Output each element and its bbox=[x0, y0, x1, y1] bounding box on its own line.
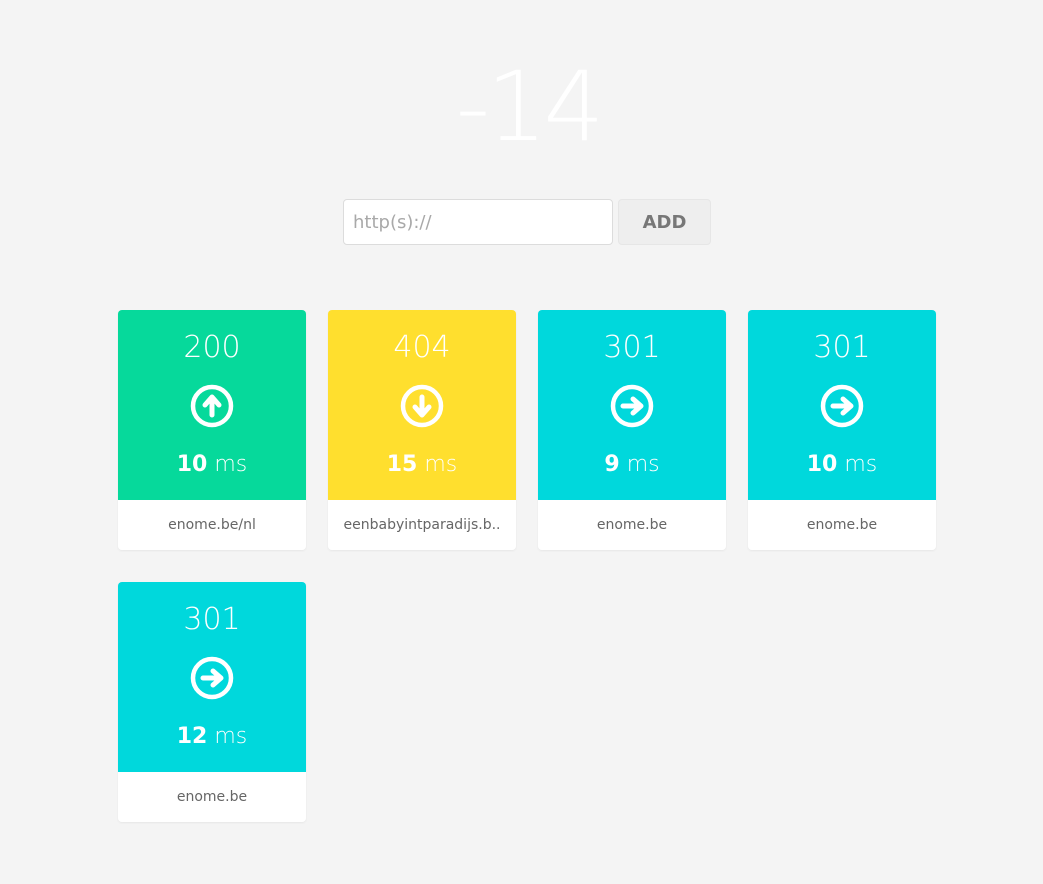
response-time-unit: ms bbox=[424, 452, 458, 477]
arrow-down-circle-icon bbox=[400, 384, 444, 428]
card-url: enome.be bbox=[538, 500, 726, 550]
status-code: 301 bbox=[813, 330, 871, 365]
response-time-unit: ms bbox=[214, 452, 248, 477]
card-status-panel: 301 10 ms bbox=[748, 310, 936, 500]
card-status-panel: 301 12 ms bbox=[118, 582, 306, 772]
arrow-up-circle-icon bbox=[190, 384, 234, 428]
add-url-form: ADD bbox=[343, 199, 711, 245]
card-status-panel: 301 9 ms bbox=[538, 310, 726, 500]
arrow-right-circle-icon bbox=[820, 384, 864, 428]
card-url: enome.be/nl bbox=[118, 500, 306, 550]
card-url: enome.be bbox=[748, 500, 936, 550]
status-code: 301 bbox=[603, 330, 661, 365]
site-count: -14 bbox=[455, 51, 605, 163]
status-card[interactable]: 200 10 ms enome.be/nl bbox=[118, 310, 306, 550]
response-time: 9 ms bbox=[538, 450, 726, 480]
status-card[interactable]: 301 12 ms enome.be bbox=[118, 582, 306, 822]
response-time: 15 ms bbox=[328, 450, 516, 480]
url-input[interactable] bbox=[343, 199, 613, 245]
response-time-value: 10 bbox=[176, 452, 208, 477]
card-url: eenbabyintparadijs.b.. bbox=[328, 500, 516, 550]
status-card[interactable]: 301 10 ms enome.be bbox=[748, 310, 936, 550]
status-code: 301 bbox=[183, 602, 241, 637]
response-time-value: 9 bbox=[604, 452, 620, 477]
response-time: 10 ms bbox=[118, 450, 306, 480]
response-time: 12 ms bbox=[118, 722, 306, 752]
card-url: enome.be bbox=[118, 772, 306, 822]
response-time-value: 10 bbox=[806, 452, 838, 477]
add-button[interactable]: ADD bbox=[618, 199, 711, 245]
response-time-unit: ms bbox=[626, 452, 660, 477]
status-code: 404 bbox=[393, 330, 451, 365]
card-status-panel: 200 10 ms bbox=[118, 310, 306, 500]
response-time-unit: ms bbox=[844, 452, 878, 477]
status-card[interactable]: 404 15 ms eenbabyintparadijs.b.. bbox=[328, 310, 516, 550]
status-card[interactable]: 301 9 ms enome.be bbox=[538, 310, 726, 550]
status-code: 200 bbox=[183, 330, 241, 365]
arrow-right-circle-icon bbox=[190, 656, 234, 700]
response-time-value: 12 bbox=[176, 724, 208, 749]
response-time-unit: ms bbox=[214, 724, 248, 749]
response-time: 10 ms bbox=[748, 450, 936, 480]
response-time-value: 15 bbox=[386, 452, 418, 477]
arrow-right-circle-icon bbox=[610, 384, 654, 428]
page: -14 ADD 200 10 ms enome.be/nl 404 bbox=[0, 0, 1043, 884]
card-status-panel: 404 15 ms bbox=[328, 310, 516, 500]
